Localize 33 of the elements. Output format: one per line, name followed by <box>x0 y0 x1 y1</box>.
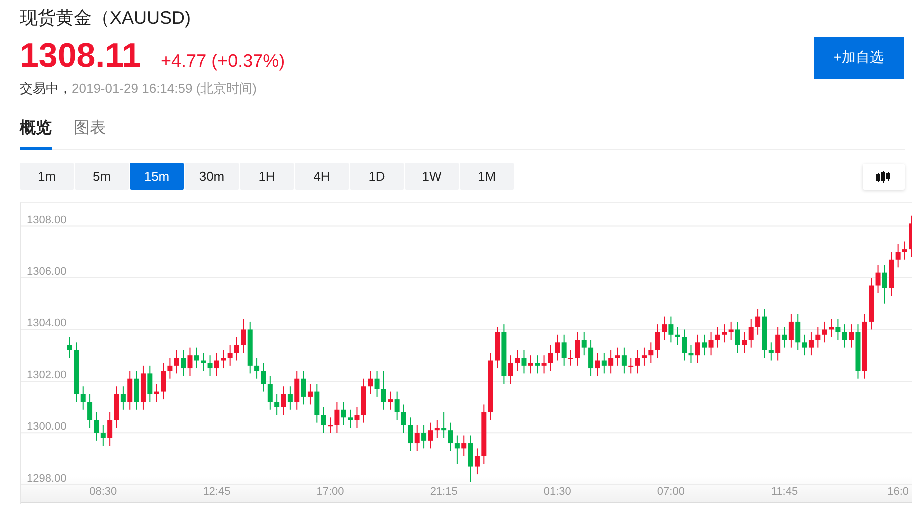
y-axis-label: 1306.00 <box>27 266 67 278</box>
x-axis-label: 08:30 <box>90 486 118 498</box>
y-axis-label: 1298.00 <box>27 472 67 485</box>
y-axis-label: 1308.00 <box>27 214 67 226</box>
x-axis-label: 17:00 <box>316 486 344 498</box>
interval-button[interactable]: 1D <box>350 163 405 190</box>
y-axis-label: 1300.00 <box>27 421 67 434</box>
candlestick-icon <box>876 170 892 184</box>
x-axis-label: 21:15 <box>430 486 458 498</box>
interval-button[interactable]: 1W <box>405 163 460 190</box>
interval-button[interactable]: 15m <box>130 163 185 190</box>
interval-button[interactable]: 30m <box>185 163 240 190</box>
y-axis-label: 1302.00 <box>27 369 67 382</box>
interval-button[interactable]: 1m <box>20 163 75 190</box>
x-axis-label: 12:45 <box>203 486 231 498</box>
timestamp: 2019-01-29 16:14:59 (北京时间) <box>72 80 257 98</box>
interval-button[interactable]: 1M <box>460 163 515 190</box>
trading-status: 交易中， <box>20 80 72 98</box>
add-watchlist-button[interactable]: +加自选 <box>814 37 904 79</box>
price: 1308.11 <box>20 38 142 74</box>
x-axis-label: 07:00 <box>657 486 685 498</box>
chart-type-button[interactable] <box>863 164 905 190</box>
tab[interactable]: 概览 <box>20 118 52 150</box>
y-axis-label: 1304.00 <box>27 318 67 330</box>
tab[interactable]: 图表 <box>74 118 106 150</box>
price-change: +4.77 (+0.37%) <box>161 51 286 72</box>
x-axis-label: 11:45 <box>771 486 798 498</box>
interval-button[interactable]: 1H <box>240 163 295 190</box>
x-axis-label: 16:0 <box>888 486 910 498</box>
instrument-title: 现货黄金（XAUUSD) <box>20 7 192 30</box>
interval-button[interactable]: 4H <box>295 163 350 190</box>
x-axis-label: 01:30 <box>544 486 572 498</box>
interval-button[interactable]: 5m <box>75 163 130 190</box>
